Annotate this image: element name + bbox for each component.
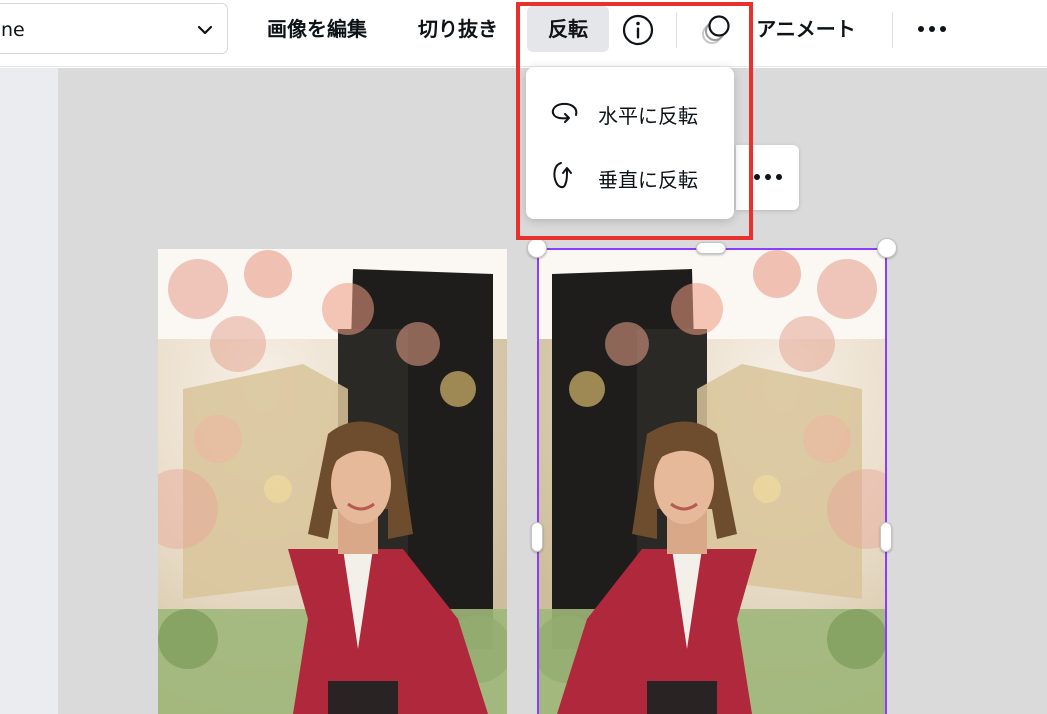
edit-image-button[interactable]: 画像を編集 — [250, 6, 384, 52]
resize-handle-top-right[interactable] — [877, 238, 897, 258]
toolbar-divider — [892, 12, 893, 48]
side-panel-edge — [0, 68, 58, 714]
resize-handle-right[interactable] — [880, 522, 892, 552]
portrait-image — [158, 249, 507, 714]
resize-handle-left[interactable] — [531, 522, 543, 552]
font-select-value: ne — [1, 19, 25, 41]
photo-original[interactable] — [158, 249, 507, 714]
chevron-down-icon — [197, 25, 213, 35]
resize-handle-top[interactable] — [696, 242, 726, 254]
selection-frame — [537, 248, 887, 714]
more-options-icon[interactable] — [750, 167, 786, 187]
resize-handle-top-left[interactable] — [527, 238, 547, 258]
animate-button[interactable]: アニメート — [742, 6, 870, 52]
annotation-highlight — [516, 2, 753, 240]
crop-button[interactable]: 切り抜き — [404, 6, 512, 52]
more-options-icon[interactable] — [912, 16, 952, 42]
font-select[interactable]: ne — [0, 3, 228, 54]
